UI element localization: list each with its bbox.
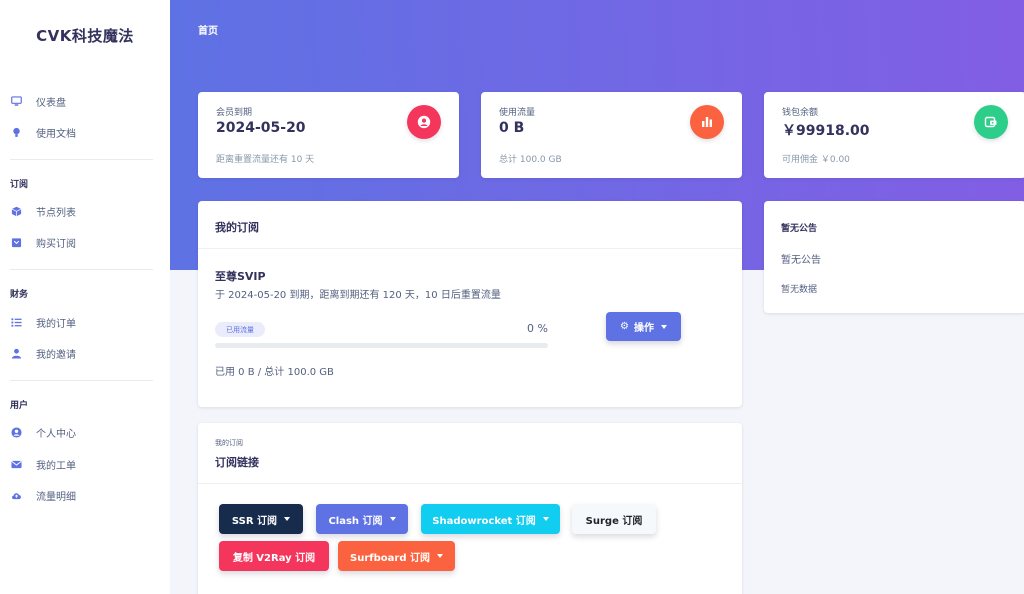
- brand-logo[interactable]: CVK科技魔法: [0, 25, 170, 46]
- chart-bar-icon: [690, 105, 724, 139]
- action-label: 操作: [633, 323, 654, 334]
- notice-title: 暂无公告: [781, 224, 818, 234]
- box-icon: [10, 236, 22, 248]
- surge-subscribe-button[interactable]: Surge 订阅: [572, 504, 656, 534]
- stat-sub: 可用佣金 ￥0.00: [782, 155, 850, 165]
- action-dropdown-button[interactable]: ⚙ 操作: [606, 312, 681, 341]
- sidebar-item-buy[interactable]: 购买订阅: [10, 230, 160, 254]
- divider: [10, 159, 153, 160]
- sidebar-item-traffic[interactable]: 流量明细: [10, 483, 160, 507]
- mail-icon: [10, 458, 22, 470]
- user-icon: [407, 105, 441, 139]
- stat-value: ￥99918.00: [782, 123, 870, 139]
- divider: [10, 269, 153, 270]
- usage-percent: 0 %: [527, 322, 548, 335]
- section-title-user: 用户: [10, 401, 29, 411]
- stat-value: 2024-05-20: [216, 120, 306, 136]
- chevron-down-icon: [542, 517, 549, 521]
- stat-card-expiry: 会员到期 2024-05-20 距离重置流量还有 10 天: [198, 92, 459, 178]
- button-label: Shadowrocket 订阅: [432, 515, 536, 527]
- button-label: Surfboard 订阅: [350, 552, 430, 564]
- ssr-subscribe-button[interactable]: SSR 订阅: [219, 504, 303, 534]
- cloud-upload-icon: [10, 489, 22, 501]
- stat-label: 钱包余额: [782, 108, 819, 118]
- button-label: Surge 订阅: [585, 515, 643, 527]
- sidebar-item-nodes[interactable]: 节点列表: [10, 199, 160, 223]
- sidebar-item-label: 我的工单: [36, 460, 76, 472]
- stat-card-traffic: 使用流量 0 B 总计 100.0 GB: [481, 92, 742, 178]
- sidebar-item-invite[interactable]: 我的邀请: [10, 341, 160, 365]
- stat-value: 0 B: [499, 120, 525, 136]
- card-header: 我的订阅 订阅链接: [198, 423, 742, 484]
- bulb-icon: [10, 126, 22, 138]
- chevron-down-icon: [436, 554, 443, 558]
- sidebar-item-label: 仪表盘: [36, 97, 66, 109]
- notice-empty-state: 暂无数据: [781, 285, 818, 295]
- sidebar-item-label: 节点列表: [36, 207, 76, 219]
- card-title: 我的订阅: [215, 221, 259, 234]
- section-title-subscribe: 订阅: [10, 180, 29, 190]
- subscription-links-card: 我的订阅 订阅链接 SSR 订阅 Clash 订阅 Shadowrocket 订…: [198, 423, 742, 594]
- sidebar-item-label: 流量明细: [36, 491, 76, 503]
- chevron-down-icon: [284, 517, 291, 521]
- sidebar-item-docs[interactable]: 使用文档: [10, 120, 160, 144]
- wallet-icon: [974, 105, 1008, 139]
- button-label: 复制 V2Ray 订阅: [232, 552, 316, 564]
- button-label: SSR 订阅: [231, 515, 278, 527]
- monitor-icon: [10, 95, 22, 107]
- sidebar-item-label: 个人中心: [36, 428, 76, 440]
- user-circle-icon: [10, 426, 22, 438]
- stat-sub: 距离重置流量还有 10 天: [216, 155, 315, 165]
- plan-description: 于 2024-05-20 到期，距离到期还有 120 天，10 日后重置流量: [215, 290, 501, 301]
- card-title: 订阅链接: [215, 456, 259, 469]
- divider: [10, 380, 153, 381]
- sidebar-item-label: 购买订阅: [36, 238, 76, 250]
- usage-text: 已用 0 B / 总计 100.0 GB: [215, 367, 334, 378]
- stat-card-wallet: 钱包余额 ￥99918.00 可用佣金 ￥0.00: [764, 92, 1024, 178]
- usage-badge: 已用流量: [215, 322, 265, 337]
- chevron-down-icon: [660, 324, 667, 329]
- sidebar-item-dashboard[interactable]: 仪表盘: [10, 89, 160, 113]
- chevron-down-icon: [389, 517, 396, 521]
- copy-v2ray-button[interactable]: 复制 V2Ray 订阅: [219, 541, 329, 571]
- stat-label: 会员到期: [216, 108, 253, 118]
- stat-sub: 总计 100.0 GB: [499, 155, 562, 165]
- subscription-card: 我的订阅 至尊SVIP 于 2024-05-20 到期，距离到期还有 120 天…: [198, 201, 742, 407]
- sidebar-item-label: 我的订单: [36, 318, 76, 330]
- button-label: Clash 订阅: [328, 515, 383, 527]
- card-header: 我的订阅: [198, 201, 742, 249]
- sidebar-item-profile[interactable]: 个人中心: [10, 420, 160, 444]
- user-icon: [10, 347, 22, 359]
- card-kicker: 我的订阅: [215, 439, 243, 447]
- stat-label: 使用流量: [499, 108, 536, 118]
- cube-icon: [10, 205, 22, 217]
- surfboard-subscribe-button[interactable]: Surfboard 订阅: [338, 541, 455, 571]
- usage-progress-bar: [215, 343, 548, 348]
- sidebar: CVK科技魔法 仪表盘 使用文档 订阅 节点列表 购买订阅 财务 我的订单 我的…: [0, 0, 170, 594]
- sidebar-item-label: 使用文档: [36, 128, 76, 140]
- page-title: 首页: [198, 26, 218, 37]
- notice-card: 暂无公告 暂无公告 暂无数据: [764, 201, 1024, 313]
- sidebar-item-tickets[interactable]: 我的工单: [10, 452, 160, 476]
- gear-icon: ⚙: [620, 321, 629, 332]
- sidebar-item-label: 我的邀请: [36, 349, 76, 361]
- section-title-finance: 财务: [10, 290, 29, 300]
- notice-text: 暂无公告: [781, 255, 821, 266]
- shadowrocket-subscribe-button[interactable]: Shadowrocket 订阅: [421, 504, 560, 534]
- clash-subscribe-button[interactable]: Clash 订阅: [316, 504, 408, 534]
- sidebar-item-orders[interactable]: 我的订单: [10, 310, 160, 334]
- plan-name: 至尊SVIP: [215, 270, 266, 283]
- list-icon: [10, 316, 22, 328]
